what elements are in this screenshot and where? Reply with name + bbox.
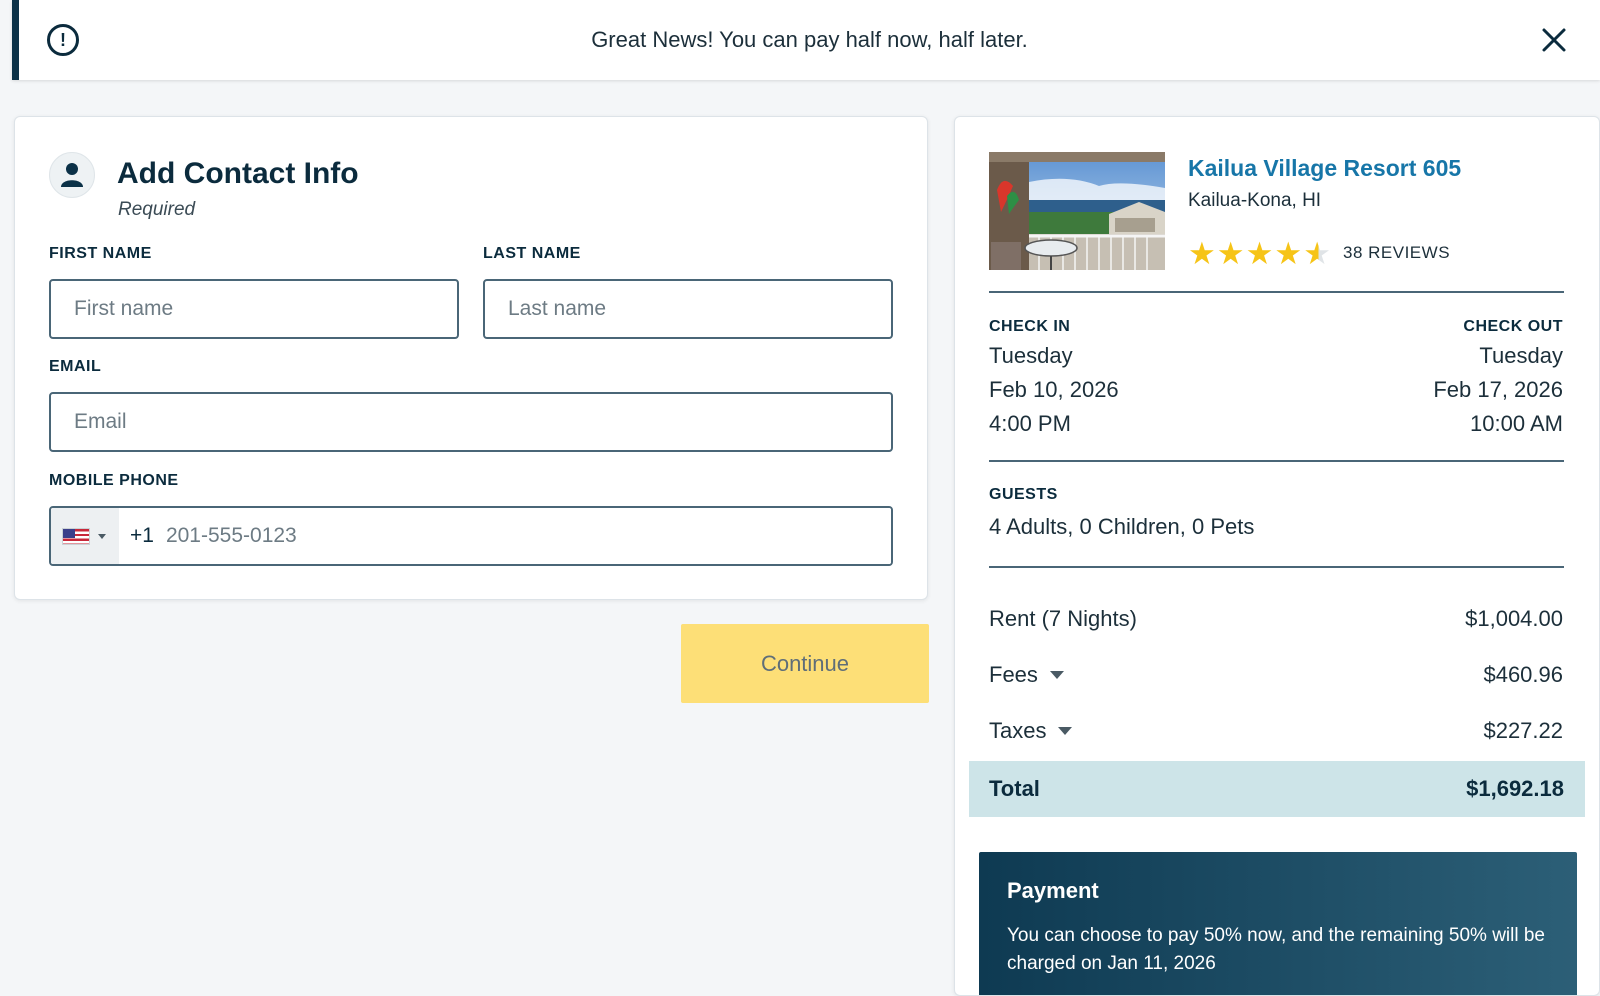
payment-info-box: Payment You can choose to pay 50% now, a… bbox=[979, 852, 1577, 995]
fees-value: $460.96 bbox=[1483, 662, 1563, 687]
check-in-label: CHECK IN bbox=[989, 318, 1071, 335]
info-icon: ! bbox=[47, 24, 79, 56]
avatar bbox=[49, 152, 95, 198]
star-icon: ★ bbox=[1245, 236, 1274, 271]
rent-value: $1,004.00 bbox=[1465, 606, 1563, 631]
taxes-toggle[interactable]: Taxes bbox=[989, 718, 1073, 744]
star-icon: ★ bbox=[1216, 236, 1245, 271]
fees-label: Fees bbox=[989, 662, 1038, 687]
check-out-day: Tuesday bbox=[1479, 343, 1563, 368]
check-in-date: Feb 10, 2026 bbox=[989, 377, 1119, 402]
email-input[interactable] bbox=[49, 392, 893, 452]
half-star-icon: ★ bbox=[1303, 236, 1331, 271]
total-row: Total $1,692.18 bbox=[969, 761, 1585, 817]
rent-label: Rent (7 Nights) bbox=[989, 606, 1137, 632]
divider bbox=[989, 291, 1564, 293]
booking-summary-card: Kailua Village Resort 605 Kailua-Kona, H… bbox=[954, 116, 1600, 996]
phone-input[interactable] bbox=[153, 508, 891, 564]
taxes-label: Taxes bbox=[989, 718, 1047, 743]
total-value: $1,692.18 bbox=[1466, 776, 1564, 801]
property-photo bbox=[989, 152, 1165, 270]
check-out-date: Feb 17, 2026 bbox=[1433, 377, 1563, 402]
chevron-down-icon bbox=[1058, 727, 1073, 735]
check-out-time: 10:00 AM bbox=[1470, 411, 1563, 436]
check-out-label: CHECK OUT bbox=[1463, 318, 1563, 335]
check-in-time: 4:00 PM bbox=[989, 411, 1071, 436]
banner-message: Great News! You can pay half now, half l… bbox=[591, 27, 1028, 52]
us-flag-icon bbox=[62, 527, 90, 545]
chevron-down-icon bbox=[98, 533, 106, 539]
star-icon: ★ bbox=[1274, 236, 1303, 271]
info-banner: ! Great News! You can pay half now, half… bbox=[12, 0, 1600, 80]
resort-balcony-image bbox=[989, 152, 1165, 270]
mobile-phone-label: MOBILE PHONE bbox=[49, 472, 179, 489]
phone-field: +1 bbox=[49, 506, 893, 566]
checkout-page: ! Great News! You can pay half now, half… bbox=[0, 0, 1600, 996]
country-code-select[interactable] bbox=[51, 508, 119, 564]
close-banner-button[interactable] bbox=[1536, 22, 1572, 58]
total-label: Total bbox=[989, 776, 1040, 801]
star-rating: ★ ★ ★ ★ ★ bbox=[1188, 236, 1331, 271]
property-name-link[interactable]: Kailua Village Resort 605 bbox=[1188, 155, 1461, 182]
chevron-down-icon bbox=[1049, 671, 1064, 679]
guests-value: 4 Adults, 0 Children, 0 Pets bbox=[989, 514, 1255, 539]
divider bbox=[989, 566, 1564, 568]
reviews-link[interactable]: 38 REVIEWS bbox=[1343, 243, 1450, 263]
required-note: Required bbox=[118, 199, 196, 220]
first-name-input[interactable] bbox=[49, 279, 459, 339]
contact-title: Add Contact Info bbox=[117, 157, 359, 190]
dial-code: +1 bbox=[130, 524, 154, 547]
divider bbox=[989, 460, 1564, 462]
first-name-label: FIRST NAME bbox=[49, 245, 152, 262]
taxes-value: $227.22 bbox=[1483, 718, 1563, 743]
email-label: EMAIL bbox=[49, 358, 102, 375]
payment-title: Payment bbox=[1007, 878, 1099, 903]
last-name-input[interactable] bbox=[483, 279, 893, 339]
guests-label: GUESTS bbox=[989, 486, 1058, 503]
last-name-label: LAST NAME bbox=[483, 245, 581, 262]
rent-label-text: Rent (7 Nights) bbox=[989, 606, 1137, 631]
check-in-day: Tuesday bbox=[989, 343, 1073, 368]
payment-text: You can choose to pay 50% now, and the r… bbox=[1007, 925, 1545, 974]
fees-toggle[interactable]: Fees bbox=[989, 662, 1064, 688]
person-icon bbox=[61, 163, 83, 187]
continue-button[interactable]: Continue bbox=[681, 624, 929, 703]
star-icon: ★ bbox=[1188, 236, 1216, 271]
property-location: Kailua-Kona, HI bbox=[1188, 190, 1322, 211]
contact-info-card: Add Contact Info Required FIRST NAME LAS… bbox=[14, 116, 928, 600]
close-icon bbox=[1542, 28, 1566, 52]
